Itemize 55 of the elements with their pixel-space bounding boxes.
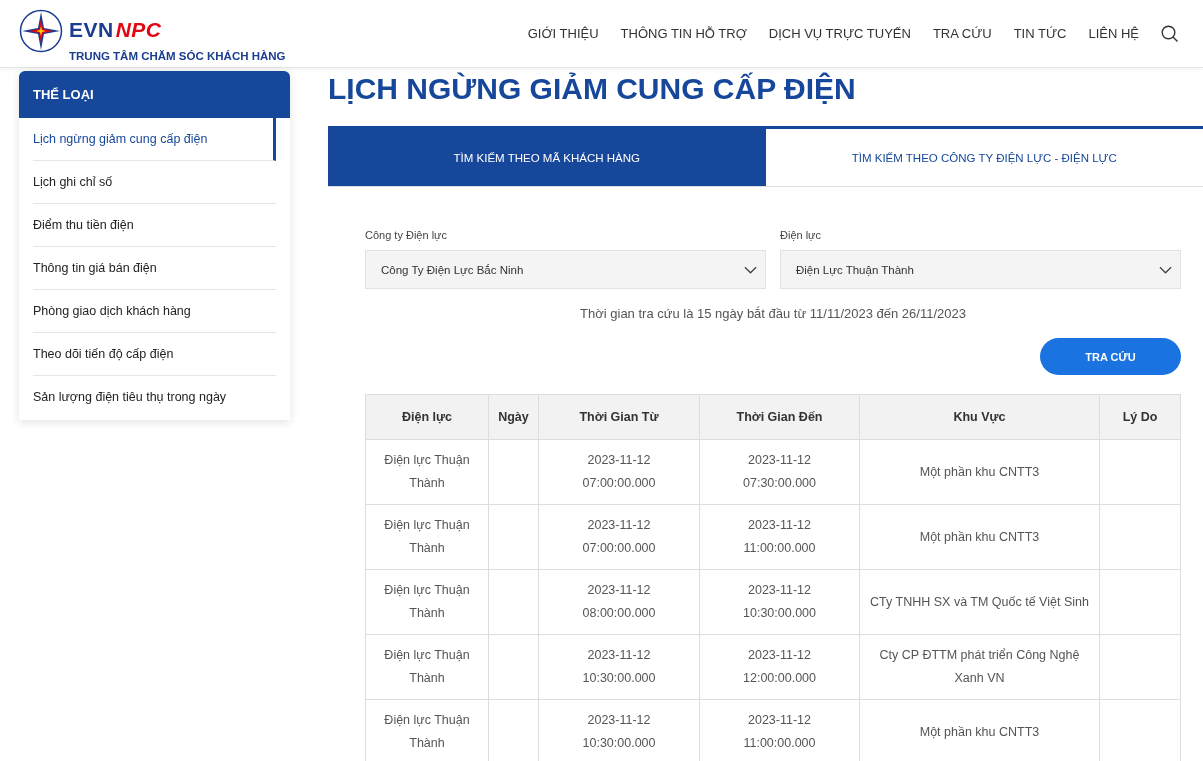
- table-cell: Điện lực Thuận Thành: [384, 583, 470, 620]
- sidebar-item[interactable]: Thông tin giá bán điện: [33, 247, 276, 290]
- table-cell: 2023-11-12 08:00:00.000: [582, 583, 656, 620]
- sidebar-item[interactable]: Lịch ghi chỉ số: [33, 161, 276, 204]
- table-cell: Một phần khu CNTT3: [919, 724, 1040, 739]
- table-cell: Điện lực Thuận Thành: [384, 648, 470, 685]
- nav-link[interactable]: LIÊN HỆ: [1088, 26, 1139, 41]
- column-header: Điện lực: [365, 394, 489, 440]
- table-cell: Một phần khu CNTT3: [919, 464, 1040, 479]
- search-icon[interactable]: [1161, 24, 1179, 43]
- column-header: Lý Do: [1099, 394, 1181, 440]
- search-tab[interactable]: TÌM KIẾM THEO CÔNG TY ĐIỆN LỰC - ĐIỆN LỰC: [765, 126, 1203, 186]
- table-cell: 2023-11-12 07:00:00.000: [582, 518, 656, 555]
- nav-link[interactable]: GIỚI THIỆU: [527, 26, 599, 41]
- table-cell: Một phần khu CNTT3: [919, 529, 1040, 544]
- select-field[interactable]: Điện Lực Thuận Thành: [780, 250, 1181, 289]
- table-cell: Điện lực Thuận Thành: [384, 713, 470, 750]
- column-header: Thời Gian Đến: [699, 394, 860, 440]
- logo-subtitle: TRUNG TÂM CHĂM SÓC KHÁCH HÀNG: [69, 50, 286, 62]
- table-cell: CTy TNHH SX và TM Quốc tế Việt Sinh: [870, 594, 1089, 609]
- column-header: Thời Gian Từ: [538, 394, 700, 440]
- sidebar-item[interactable]: Theo dõi tiến độ cấp điện: [33, 333, 276, 376]
- sidebar-item[interactable]: Sản lượng điện tiêu thụ trong ngày: [33, 376, 276, 418]
- table-cell: 2023-11-12 07:00:00.000: [582, 453, 656, 490]
- chevron-icon: [1159, 265, 1172, 274]
- sidebar-item[interactable]: Lịch ngừng giảm cung cấp điện: [33, 118, 276, 161]
- table-cell: 2023-11-12 10:30:00.000: [743, 583, 816, 620]
- field-label: Điện lực: [780, 229, 822, 241]
- table-cell: 2023-11-12 12:00:00.000: [743, 648, 816, 685]
- column-header: Ngày: [488, 394, 539, 440]
- table-cell: 2023-11-12 10:30:00.000: [582, 713, 656, 750]
- column-header: Khu Vực: [859, 394, 1100, 440]
- sidebar-item[interactable]: Phòng giao dịch khách hàng: [33, 290, 276, 333]
- table-cell: Điện lực Thuận Thành: [384, 518, 470, 555]
- table-cell: Cty CP ĐTTM phát triển Công Nghệ Xanh VN: [879, 648, 1080, 685]
- search-tab[interactable]: TÌM KIẾM THEO MÃ KHÁCH HÀNG: [328, 126, 766, 186]
- logo-icon: [19, 9, 63, 53]
- date-range-note: Thời gian tra cứu là 15 ngày bắt đầu từ 11/11/2023 đến 26/11/2023: [579, 306, 967, 321]
- table-cell: 2023-11-12 10:30:00.000: [582, 648, 656, 685]
- table-cell: Điện lực Thuận Thành: [384, 453, 470, 490]
- sidebar-item[interactable]: Điểm thu tiền điện: [33, 204, 276, 247]
- search-button[interactable]: TRA CỨU: [1040, 338, 1181, 375]
- select-field[interactable]: Công Ty Điện Lực Bắc Ninh: [365, 250, 766, 289]
- table-cell: 2023-11-12 07:30:00.000: [743, 453, 816, 490]
- logo-text: EVNNPC: [69, 19, 163, 40]
- table-cell: 2023-11-12 11:00:00.000: [743, 713, 816, 750]
- table-cell: 2023-11-12 11:00:00.000: [743, 518, 816, 555]
- nav-link[interactable]: THÔNG TIN HỖ TRỢ: [620, 26, 747, 41]
- field-label: Công ty Điện lực: [365, 229, 448, 241]
- nav-link[interactable]: TIN TỨC: [1013, 26, 1067, 41]
- sidebar-title: THỂ LOẠI: [19, 71, 290, 118]
- chevron-icon: [744, 265, 757, 274]
- page-title: LỊCH NGỪNG GIẢM CUNG CẤP ĐIỆN: [328, 71, 857, 107]
- nav-link[interactable]: DỊCH VỤ TRỰC TUYẾN: [768, 26, 911, 41]
- nav-link[interactable]: TRA CỨU: [932, 26, 992, 41]
